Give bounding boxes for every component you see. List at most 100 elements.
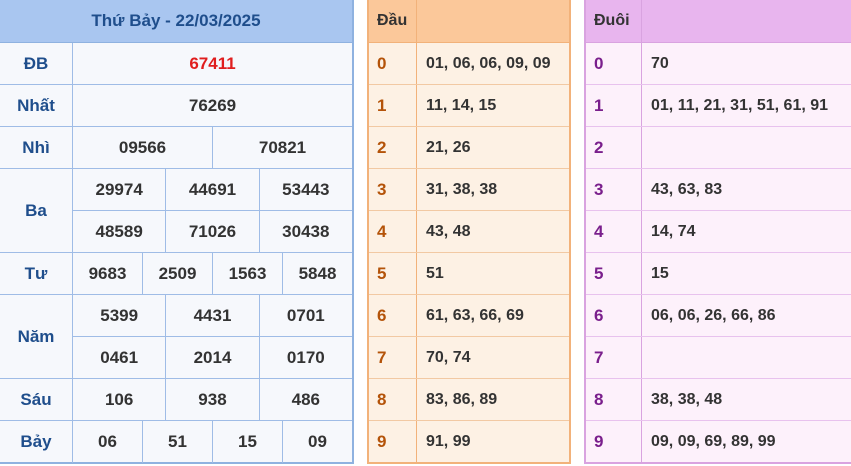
duoi-header-blank xyxy=(642,0,851,42)
dau-row: 1 11, 14, 15 xyxy=(369,85,569,127)
dau-header: Đầu xyxy=(369,0,569,43)
results-table: Thứ Bảy - 22/03/2025 ĐB 67411 Nhất 76269 Nhì… xyxy=(0,0,354,464)
duoi-numbers: 06, 06, 26, 66, 86 xyxy=(651,306,776,324)
duoi-numbers: 09, 09, 69, 89, 99 xyxy=(651,433,776,450)
prize-number: 30438 xyxy=(258,211,352,252)
prize-number: 48589 xyxy=(95,221,143,241)
duoi-digit: 3 xyxy=(586,169,642,210)
dau-numbers: 83, 86, 89 xyxy=(426,390,498,408)
duoi-header: Đuôi xyxy=(586,0,851,43)
dau-numbers: 01, 06, 06, 09, 09 xyxy=(426,54,551,72)
dau-table: Đầu 0 01, 06, 06, 09, 09 1 11, 14, 15 2 21, 2… xyxy=(367,0,571,464)
prize-label: Tư xyxy=(0,253,73,294)
prize-values: 9683 2509 1563 5848 xyxy=(73,253,352,294)
dau-header-label: Đầu xyxy=(369,0,417,42)
prize-values: 06 51 15 09 xyxy=(73,421,352,463)
duoi-row: 2 xyxy=(586,127,851,169)
dau-row: 3 31, 38, 38 xyxy=(369,169,569,211)
duoi-digit: 7 xyxy=(586,337,642,378)
duoi-row: 5 15 xyxy=(586,253,851,295)
prize-values: 29974 44691 53443 48589 71026 30438 xyxy=(73,169,352,252)
prize-label: Nhì xyxy=(0,127,73,168)
dau-row: 9 91, 99 xyxy=(369,421,569,463)
duoi-numbers: 15 xyxy=(651,264,669,282)
dau-numbers: 61, 63, 66, 69 xyxy=(426,306,524,324)
duoi-row: 1 01, 11, 21, 31, 51, 61, 91 xyxy=(586,85,851,127)
duoi-rows: 0 70 1 01, 11, 21, 31, 51, 61, 91 2 3 43, 63, … xyxy=(586,43,851,463)
duoi-numbers xyxy=(642,337,851,378)
dau-header-blank xyxy=(417,0,569,42)
dau-numbers: 51 xyxy=(426,264,444,282)
dau-numbers: 43, 48 xyxy=(426,222,471,240)
dau-digit: 2 xyxy=(369,127,417,168)
duoi-row: 8 38, 38, 48 xyxy=(586,379,851,421)
prize-number: 9683 xyxy=(88,263,127,283)
prize-number: 938 xyxy=(165,379,258,420)
prize-label: Năm xyxy=(0,295,73,378)
dau-numbers: 31, 38, 38 xyxy=(426,180,498,198)
prize-number: 70821 xyxy=(212,127,352,168)
prize-row: Nhất 76269 xyxy=(0,85,352,127)
dau-row: 6 61, 63, 66, 69 xyxy=(369,295,569,337)
prize-number: 0170 xyxy=(258,337,352,378)
prize-row: Năm 5399 4431 0701 0461 2014 0170 xyxy=(0,295,352,379)
duoi-digit: 8 xyxy=(586,379,642,420)
dau-numbers: 11, 14, 15 xyxy=(426,96,497,114)
prize-values: 106 938 486 xyxy=(73,379,352,420)
duoi-digit: 9 xyxy=(586,421,642,463)
prize-line: 0461 2014 0170 xyxy=(73,336,352,378)
duoi-table: Đuôi 0 70 1 01, 11, 21, 31, 51, 61, 91 2 3 43,… xyxy=(584,0,851,464)
prize-number: 71026 xyxy=(165,211,258,252)
prize-number: 2509 xyxy=(142,253,212,294)
prize-number: 09566 xyxy=(118,137,167,157)
prize-label: Nhất xyxy=(0,85,73,126)
dau-digit: 9 xyxy=(369,421,417,463)
prize-row: Bảy 06 51 15 09 xyxy=(0,421,352,463)
dau-digit: 6 xyxy=(369,295,417,336)
prize-values: 76269 xyxy=(73,85,352,126)
dau-row: 7 70, 74 xyxy=(369,337,569,379)
prize-number: 06 xyxy=(98,432,117,451)
prize-line: 76269 xyxy=(73,85,352,126)
dau-digit: 5 xyxy=(369,253,417,294)
prize-label: Ba xyxy=(0,169,73,252)
prize-number: 1563 xyxy=(212,253,282,294)
special-prize-number: 67411 xyxy=(189,53,236,73)
prize-number: 53443 xyxy=(258,169,352,210)
duoi-numbers: 70 xyxy=(651,54,669,72)
dau-digit: 0 xyxy=(369,43,417,84)
duoi-row: 9 09, 09, 69, 89, 99 xyxy=(586,421,851,463)
duoi-row: 7 xyxy=(586,337,851,379)
dau-row: 4 43, 48 xyxy=(369,211,569,253)
prize-line: 06 51 15 09 xyxy=(73,421,352,463)
dau-digit: 7 xyxy=(369,337,417,378)
prize-number: 106 xyxy=(104,389,134,409)
prize-number: 09 xyxy=(282,421,352,463)
prize-line: 5399 4431 0701 xyxy=(73,295,352,336)
prize-label: Sáu xyxy=(0,379,73,420)
prize-number: 5848 xyxy=(282,253,352,294)
prize-values: 67411 xyxy=(73,43,352,84)
prize-values: 5399 4431 0701 0461 2014 0170 xyxy=(73,295,352,378)
prize-row: Ba 29974 44691 53443 48589 71026 30438 xyxy=(0,169,352,253)
duoi-row: 6 06, 06, 26, 66, 86 xyxy=(586,295,851,337)
prize-number: 2014 xyxy=(165,337,258,378)
prize-line: 67411 xyxy=(73,43,352,84)
prize-number: 486 xyxy=(258,379,352,420)
prize-line: 9683 2509 1563 5848 xyxy=(73,253,352,294)
prize-row: Sáu 106 938 486 xyxy=(0,379,352,421)
duoi-numbers: 43, 63, 83 xyxy=(651,180,723,198)
prize-number: 0701 xyxy=(258,295,352,336)
dau-digit: 4 xyxy=(369,211,417,252)
duoi-digit: 2 xyxy=(586,127,642,168)
dau-row: 2 21, 26 xyxy=(369,127,569,169)
prize-row: Tư 9683 2509 1563 5848 xyxy=(0,253,352,295)
duoi-row: 3 43, 63, 83 xyxy=(586,169,851,211)
prize-number: 44691 xyxy=(165,169,258,210)
dau-numbers: 91, 99 xyxy=(426,433,471,450)
prize-line: 29974 44691 53443 xyxy=(73,169,352,210)
prize-number: 51 xyxy=(142,421,212,463)
prize-row: Nhì 09566 70821 xyxy=(0,127,352,169)
prize-number: 15 xyxy=(212,421,282,463)
results-title: Thứ Bảy - 22/03/2025 xyxy=(0,0,352,43)
